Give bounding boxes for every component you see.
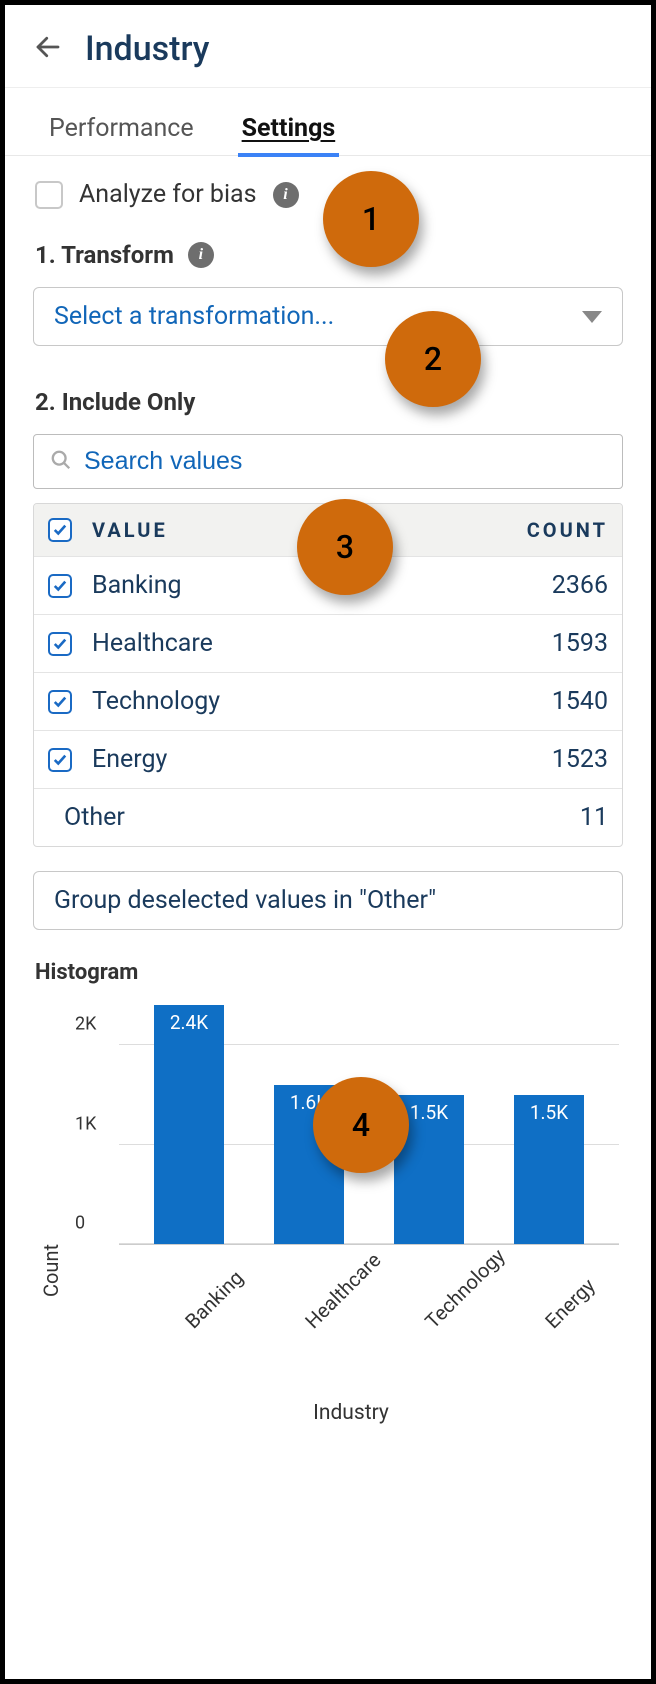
row-count: 1593 — [488, 629, 608, 658]
histogram-bar: 1.5K — [514, 1095, 584, 1244]
back-arrow-icon[interactable] — [33, 32, 63, 67]
info-icon[interactable]: i — [273, 182, 299, 208]
annotation-marker: 2 — [385, 311, 481, 407]
values-search[interactable] — [33, 434, 623, 489]
row-value: Healthcare — [92, 629, 488, 658]
chevron-down-icon — [582, 311, 602, 323]
row-checkbox[interactable] — [48, 574, 72, 598]
values-search-input[interactable] — [84, 447, 606, 476]
histogram-heading: Histogram — [33, 930, 623, 1005]
table-row: Technology 1540 — [34, 673, 622, 731]
analyze-bias-label: Analyze for bias — [79, 180, 257, 209]
column-header-value: Value — [92, 518, 488, 542]
annotation-marker: 3 — [297, 499, 393, 595]
include-only-heading: 2. Include Only — [33, 380, 623, 434]
info-icon[interactable]: i — [188, 242, 214, 268]
bar-value-label: 2.4K — [154, 1011, 224, 1034]
histogram-bar: 2.4K — [154, 1005, 224, 1244]
x-tick-label: Healthcare — [295, 1261, 415, 1381]
x-tick-label: Technology — [415, 1261, 535, 1381]
analyze-bias-checkbox[interactable] — [35, 181, 63, 209]
row-value: Energy — [92, 745, 488, 774]
table-row-other: Other 11 — [34, 789, 622, 846]
other-count: 11 — [488, 803, 608, 832]
transformation-dropdown-placeholder: Select a transformation... — [54, 302, 334, 331]
select-all-checkbox[interactable] — [48, 518, 72, 542]
page-title: Industry — [85, 29, 209, 69]
x-tick-label: Banking — [175, 1261, 295, 1381]
row-count: 1540 — [488, 687, 608, 716]
row-checkbox[interactable] — [48, 632, 72, 656]
row-count: 1523 — [488, 745, 608, 774]
table-row: Energy 1523 — [34, 731, 622, 789]
tab-bar: Performance Settings — [5, 88, 651, 156]
row-value: Banking — [92, 571, 488, 600]
grouping-dropdown[interactable]: Group deselected values in "Other" — [33, 871, 623, 930]
row-checkbox[interactable] — [48, 748, 72, 772]
tab-performance[interactable]: Performance — [45, 102, 198, 155]
search-icon — [50, 449, 72, 475]
transformation-dropdown[interactable]: Select a transformation... — [33, 287, 623, 346]
grouping-dropdown-label: Group deselected values in "Other" — [54, 886, 436, 915]
column-header-count: Count — [488, 518, 608, 542]
row-value: Technology — [92, 687, 488, 716]
y-tick: 1K — [75, 1113, 96, 1134]
row-count: 2366 — [488, 571, 608, 600]
bar-value-label: 1.5K — [514, 1101, 584, 1124]
x-axis-label: Industry — [83, 1401, 619, 1425]
annotation-marker: 1 — [323, 171, 419, 267]
row-checkbox[interactable] — [48, 690, 72, 714]
y-tick: 0 — [75, 1213, 85, 1234]
y-axis-label: Count — [37, 1005, 65, 1425]
y-tick: 2K — [75, 1013, 96, 1034]
include-only-heading-text: 2. Include Only — [35, 388, 195, 416]
x-tick-label: Energy — [535, 1261, 655, 1381]
histogram-chart: Count 0 1K 2K 2.4K 1.6K 1.5K 1.5K — [33, 1005, 623, 1425]
table-row: Healthcare 1593 — [34, 615, 622, 673]
annotation-marker: 4 — [313, 1077, 409, 1173]
tab-settings[interactable]: Settings — [238, 102, 340, 155]
other-label: Other — [64, 803, 488, 832]
transform-heading-text: 1. Transform — [35, 241, 174, 269]
